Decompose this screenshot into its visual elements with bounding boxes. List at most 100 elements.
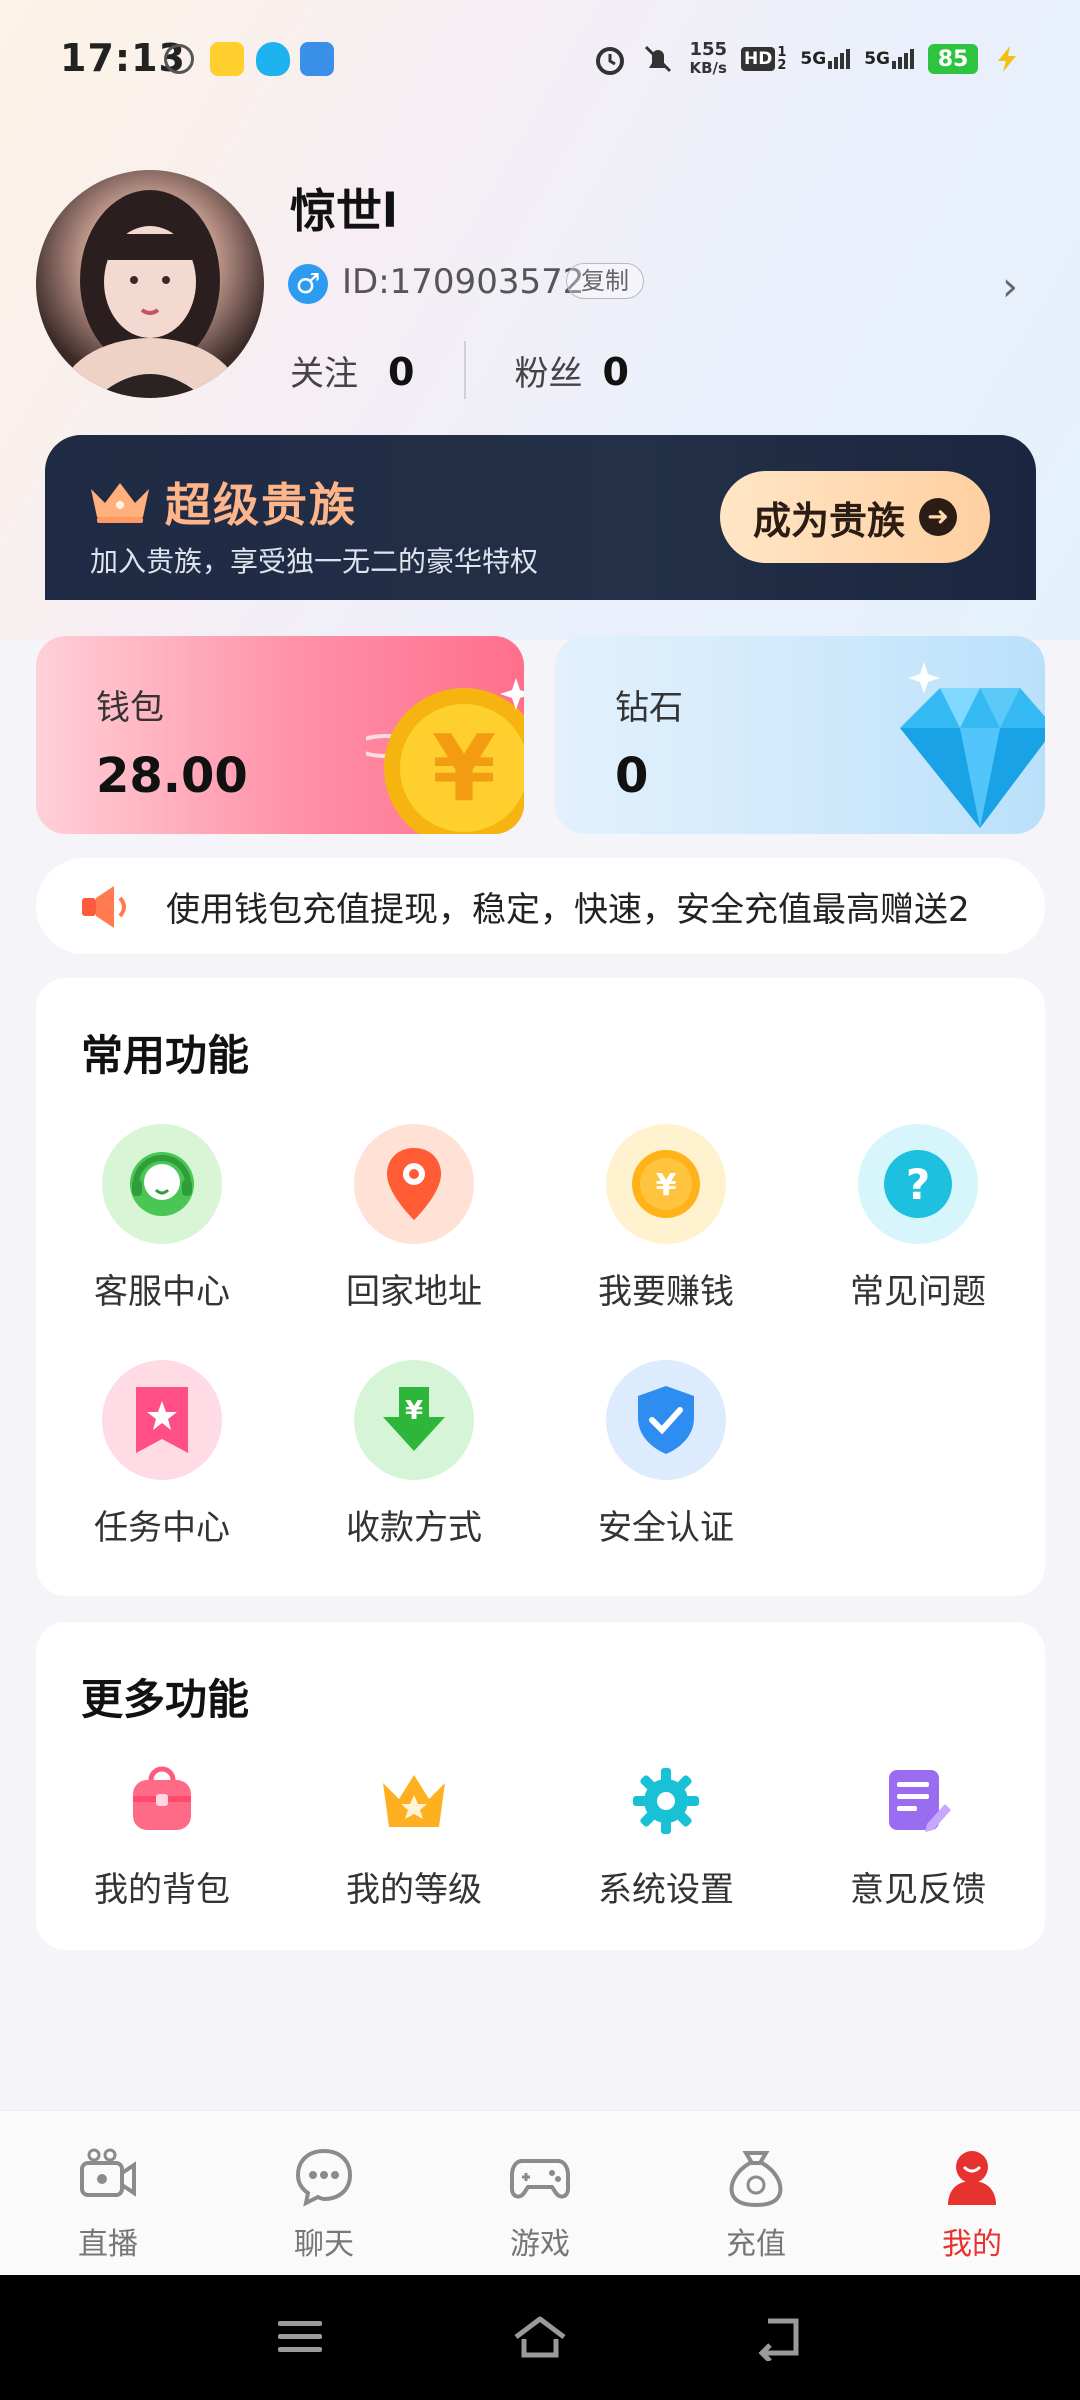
- live-camera-icon: [80, 2148, 136, 2197]
- vip-subtitle: 加入贵族，享受独一无二的豪华特权: [90, 545, 539, 578]
- my-level-label: 我的等级: [346, 1870, 482, 1910]
- announcement-text: 使用钱包充值提现，稳定，快速，安全充值最高赠送2: [166, 890, 970, 930]
- user-icon: [948, 2151, 996, 2205]
- my-backpack-item[interactable]: 我的背包: [36, 1756, 288, 1911]
- username: 惊世l: [290, 184, 398, 238]
- nav-game[interactable]: 游戏: [432, 2111, 648, 2275]
- announcement-bar[interactable]: 使用钱包充值提现，稳定，快速，安全充值最高赠送2: [36, 858, 1045, 954]
- menu-icon[interactable]: [272, 2313, 328, 2361]
- charging-bolt-icon: [998, 46, 1016, 72]
- nav-mine[interactable]: 我的: [864, 2111, 1080, 2275]
- hd-badge: HD 1 2: [741, 46, 786, 72]
- speaker-icon: [82, 886, 126, 928]
- wallet-label: 钱包: [96, 688, 164, 728]
- money-bag-icon: [729, 2151, 783, 2208]
- crown-icon: [91, 483, 149, 523]
- payment-method-label: 收款方式: [346, 1508, 482, 1548]
- nav-chat[interactable]: 聊天: [216, 2111, 432, 2275]
- signal-2-label: 5G: [864, 49, 890, 69]
- status-right: 155 KB/s HD 1 2 5G 5G 85: [593, 34, 1022, 84]
- earn-money-item[interactable]: ¥ 我要赚钱: [540, 1124, 792, 1313]
- avatar[interactable]: [36, 170, 264, 398]
- male-gender-icon: ♂: [288, 264, 328, 304]
- back-icon[interactable]: [752, 2313, 808, 2361]
- svg-text:¥: ¥: [405, 1396, 423, 1426]
- chat-bubble-icon: [295, 2148, 353, 2207]
- system-settings-item[interactable]: 系统设置: [540, 1756, 792, 1911]
- faq-item[interactable]: ? 常见问题: [792, 1124, 1044, 1313]
- network-speed-unit: KB/s: [689, 59, 727, 77]
- svg-text:?: ?: [906, 1160, 930, 1209]
- home-address-item[interactable]: 回家地址: [288, 1124, 540, 1313]
- svg-text:¥: ¥: [656, 1168, 677, 1203]
- fans-label: 粉丝: [514, 353, 583, 394]
- my-level-item[interactable]: 我的等级: [288, 1756, 540, 1911]
- wallet-card[interactable]: 钱包 28.00 ¥: [36, 636, 524, 834]
- home-address-label: 回家地址: [346, 1272, 482, 1312]
- chevron-right-icon[interactable]: ›: [1002, 264, 1018, 310]
- more-functions-title: 更多功能: [81, 1675, 250, 1724]
- shield-check-icon: [606, 1360, 726, 1480]
- signal-1: 5G: [800, 49, 851, 69]
- gamepad-icon: [510, 2159, 570, 2199]
- sim2-index: 2: [777, 58, 787, 73]
- nav-recharge-label: 充值: [726, 2227, 786, 2262]
- fans-stat[interactable]: 粉丝 0: [514, 346, 628, 395]
- more-functions-section: 更多功能 我的背包 我的等级 系统设置 意见反馈: [36, 1622, 1045, 1950]
- wallet-balance: 28.00: [96, 748, 248, 804]
- weibo-icon: [210, 42, 244, 76]
- user-id: ID:170903572: [342, 262, 585, 302]
- app-notification-icon: [300, 42, 334, 76]
- diamond-balance: 0: [615, 748, 649, 804]
- system-navigation-bar: [0, 2275, 1080, 2400]
- vip-banner[interactable]: 超级贵族 加入贵族，享受独一无二的豪华特权 成为贵族 ➜: [45, 435, 1036, 600]
- following-stat[interactable]: 关注 0: [290, 346, 414, 395]
- faq-label: 常见问题: [850, 1272, 986, 1312]
- nav-mine-label: 我的: [942, 2227, 1002, 2262]
- signal-1-label: 5G: [800, 49, 827, 69]
- feedback-label: 意见反馈: [850, 1870, 986, 1910]
- diamond-card[interactable]: 钻石 0: [555, 636, 1045, 834]
- task-center-item[interactable]: 任务中心: [36, 1360, 288, 1549]
- arrow-right-icon: ➜: [919, 498, 957, 536]
- star-bookmark-icon: [102, 1360, 222, 1480]
- common-functions-section: 常用功能 客服中心 回家地址 ¥ 我要赚钱 ? 常见问题 任务中心 ¥ 收款方式…: [36, 978, 1045, 1596]
- nav-recharge[interactable]: 充值: [648, 2111, 864, 2275]
- mute-bell-icon: [645, 45, 672, 73]
- location-pin-icon: [354, 1124, 474, 1244]
- k-app-icon: [164, 44, 194, 74]
- download-yen-icon: ¥: [354, 1360, 474, 1480]
- hd-label: HD: [741, 47, 776, 71]
- profile-stats: 关注 0 粉丝 0: [290, 340, 629, 400]
- bottom-navigation: 直播 聊天 游戏 充值 我的: [0, 2110, 1080, 2275]
- system-settings-label: 系统设置: [598, 1870, 734, 1910]
- alarm-icon: [596, 47, 625, 75]
- gear-icon: [621, 1756, 711, 1846]
- become-vip-button[interactable]: 成为贵族 ➜: [720, 471, 990, 563]
- status-bar: 17:13 155 KB/s HD 1 2 5G 5G 85: [0, 0, 1080, 120]
- battery-level: 85: [928, 44, 978, 74]
- sim-indexes: 1 2: [777, 46, 786, 72]
- nav-live[interactable]: 直播: [0, 2111, 216, 2275]
- copy-id-button[interactable]: 复制: [566, 263, 644, 299]
- payment-method-item[interactable]: ¥ 收款方式: [288, 1360, 540, 1549]
- security-verification-label: 安全认证: [598, 1508, 734, 1548]
- gold-coin-icon: ¥: [366, 678, 524, 834]
- diamond-icon: [900, 662, 1045, 828]
- customer-service-label: 客服中心: [94, 1272, 230, 1312]
- nav-game-label: 游戏: [510, 2227, 570, 2262]
- home-icon[interactable]: [512, 2313, 568, 2361]
- become-vip-label: 成为贵族: [752, 498, 905, 543]
- task-center-label: 任务中心: [94, 1508, 230, 1548]
- network-speed-value: 155: [689, 39, 728, 60]
- feedback-edit-icon: [873, 1756, 963, 1846]
- feedback-item[interactable]: 意见反馈: [792, 1756, 1044, 1911]
- vip-title: 超级贵族: [165, 478, 357, 532]
- security-verification-item[interactable]: 安全认证: [540, 1360, 792, 1549]
- fans-count: 0: [602, 349, 629, 394]
- customer-service-item[interactable]: 客服中心: [36, 1124, 288, 1313]
- my-backpack-label: 我的背包: [94, 1870, 230, 1910]
- diamond-label: 钻石: [615, 688, 683, 728]
- question-icon: ?: [858, 1124, 978, 1244]
- coin-yen-symbol: ¥: [432, 715, 496, 822]
